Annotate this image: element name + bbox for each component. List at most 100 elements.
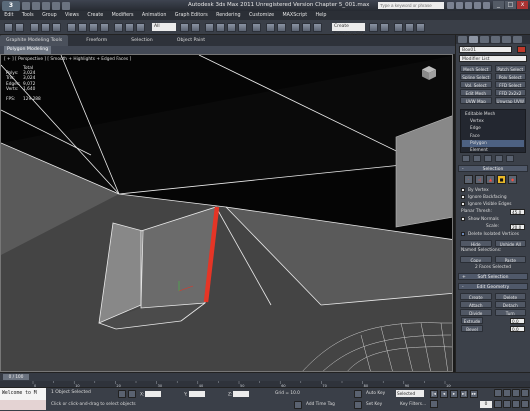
bevel-spinner[interactable]: 0.0 [510, 325, 525, 332]
menu-graph-editors[interactable]: Graph Editors [171, 13, 212, 18]
modify-tab-icon[interactable] [469, 36, 478, 43]
ffd-select-button[interactable]: FFD Select [494, 81, 526, 88]
select-move-icon[interactable] [114, 23, 123, 32]
vol-select-button[interactable]: Vol. Select [460, 81, 492, 88]
zoom-extents-all-icon[interactable] [521, 389, 529, 397]
object-name-field[interactable]: Box01 [459, 46, 512, 53]
select-link-icon[interactable] [30, 23, 39, 32]
make-unique-icon[interactable] [484, 155, 492, 162]
go-to-start-icon[interactable]: |◂ [430, 390, 438, 398]
stack-item-vertex[interactable]: Vertex [462, 118, 524, 125]
named-selection-set-dropdown[interactable]: Create Selection Set [332, 23, 365, 37]
go-to-end-icon[interactable]: ▸▸ [470, 390, 478, 398]
auto-key-button[interactable]: Auto Key [366, 391, 385, 396]
extrude-button[interactable]: Extrude [461, 317, 483, 324]
spline-select-button[interactable]: Spline Select [460, 73, 492, 80]
select-rotate-icon[interactable] [125, 23, 134, 32]
lock-selection-icon[interactable] [118, 390, 126, 398]
field-of-view-icon[interactable] [503, 400, 511, 408]
turn-button[interactable]: Turn [494, 309, 526, 316]
window-crossing-icon[interactable] [100, 23, 109, 32]
by-vertex-checkbox[interactable]: By Vertex [461, 187, 525, 193]
spinner-snap-icon[interactable] [238, 23, 247, 32]
x-coordinate[interactable]: X: [140, 391, 162, 398]
time-slider[interactable]: 0 / 100 [3, 374, 29, 380]
remove-modifier-icon[interactable] [495, 155, 503, 162]
show-end-result-icon[interactable] [473, 155, 481, 162]
help-icon[interactable] [483, 2, 490, 9]
selection-rollout-header[interactable]: - Selection [458, 165, 528, 172]
key-selection-dropdown[interactable]: Selected [396, 390, 424, 397]
modifier-list-dropdown[interactable]: Modifier List [459, 55, 527, 62]
hierarchy-tab-icon[interactable] [480, 36, 489, 43]
viewport-label[interactable]: [ + ] [ Perspective ] [ Smooth + Highlig… [4, 57, 131, 62]
redo-icon[interactable] [62, 1, 70, 10]
unwrap-uvw-button[interactable]: Unwrap UVW [494, 97, 526, 104]
vertex-icon[interactable]: · [464, 175, 473, 184]
select-object-icon[interactable] [67, 23, 76, 32]
menu-views[interactable]: Views [61, 13, 83, 18]
zoom-icon[interactable] [494, 389, 502, 397]
favorites-icon[interactable] [474, 2, 481, 9]
redo-icon[interactable] [15, 23, 24, 32]
stack-item-element[interactable]: Element [462, 147, 524, 154]
bevel-button[interactable]: Bevel [461, 325, 483, 332]
perspective-viewport[interactable]: [ + ] [ Perspective ] [ Smooth + Highlig… [0, 54, 453, 372]
stack-item-polygon[interactable]: Polygon [462, 139, 524, 147]
previous-frame-icon[interactable]: ◂ [440, 390, 448, 398]
utilities-tab-icon[interactable] [513, 36, 522, 43]
scale-spinner[interactable]: 20.0 [510, 223, 525, 230]
orbit-icon[interactable] [521, 400, 529, 408]
add-time-tag[interactable]: Add Time Tag [306, 402, 335, 407]
render-setup-icon[interactable] [394, 23, 403, 32]
edge-icon[interactable]: ◁ [475, 175, 484, 184]
key-filters-button[interactable]: Key Filters... [400, 402, 426, 407]
time-tag-icon[interactable] [294, 401, 302, 409]
tab-freeform[interactable]: Freeform [68, 35, 113, 46]
save-file-icon[interactable] [42, 1, 50, 10]
maximize-button[interactable]: □ [505, 1, 516, 9]
new-file-icon[interactable] [22, 1, 30, 10]
undo-icon[interactable] [52, 1, 60, 10]
curve-editor-icon[interactable] [313, 23, 322, 32]
tab-graphite-modeling-tools[interactable]: Graphite Modeling Tools [0, 35, 69, 46]
z-coordinate[interactable]: Z: [228, 391, 250, 398]
select-by-name-icon[interactable] [78, 23, 87, 32]
angle-snap-icon[interactable] [216, 23, 225, 32]
menu-maxscript[interactable]: MAXScript [278, 13, 311, 18]
unhide-all-button[interactable]: Unhide All [494, 240, 526, 247]
edit-geometry-rollout-header[interactable]: - Edit Geometry [458, 283, 528, 290]
zoom-all-icon[interactable] [503, 389, 511, 397]
layer-manager-icon[interactable] [291, 23, 300, 32]
menu-modifiers[interactable]: Modifiers [107, 13, 137, 18]
poly-select-button[interactable]: Poly Select [494, 73, 526, 80]
detach-button[interactable]: Detach [494, 301, 526, 308]
planar-thresh-spinner[interactable]: 45.0 [510, 208, 525, 215]
menu-create[interactable]: Create [83, 13, 107, 18]
configure-sets-icon[interactable] [506, 155, 514, 162]
menu-edit[interactable]: Edit [0, 13, 18, 18]
maxscript-listener[interactable]: Welcome to M [0, 388, 46, 400]
minimize-button[interactable]: _ [493, 1, 504, 9]
align-icon[interactable] [277, 23, 286, 32]
bind-space-warp-icon[interactable] [52, 23, 61, 32]
mesh-select-button[interactable]: Mesh Select [460, 65, 492, 72]
maxscript-output[interactable] [0, 400, 46, 410]
current-frame-field[interactable]: 0 [480, 401, 492, 408]
motion-tab-icon[interactable] [491, 36, 500, 43]
stack-item-editable-mesh[interactable]: Editable Mesh [462, 111, 524, 118]
close-button[interactable]: x [517, 1, 528, 9]
set-key-button[interactable]: Set Key [366, 402, 382, 407]
rendered-frame-window-icon[interactable] [405, 23, 414, 32]
paste-button[interactable]: Paste [494, 256, 526, 263]
show-normals-checkbox[interactable]: Show Normals [461, 216, 525, 222]
unlink-icon[interactable] [41, 23, 50, 32]
percent-snap-icon[interactable] [227, 23, 236, 32]
open-file-icon[interactable] [32, 1, 40, 10]
element-icon[interactable]: ◆ [508, 175, 517, 184]
delete-button[interactable]: Delete [494, 293, 526, 300]
ignore-backfacing-checkbox[interactable]: Ignore Backfacing [461, 194, 525, 200]
select-manipulate-icon[interactable] [191, 23, 200, 32]
soft-selection-rollout-header[interactable]: + Soft Selection [458, 273, 528, 280]
app-logo-button[interactable]: 3 [2, 0, 20, 11]
